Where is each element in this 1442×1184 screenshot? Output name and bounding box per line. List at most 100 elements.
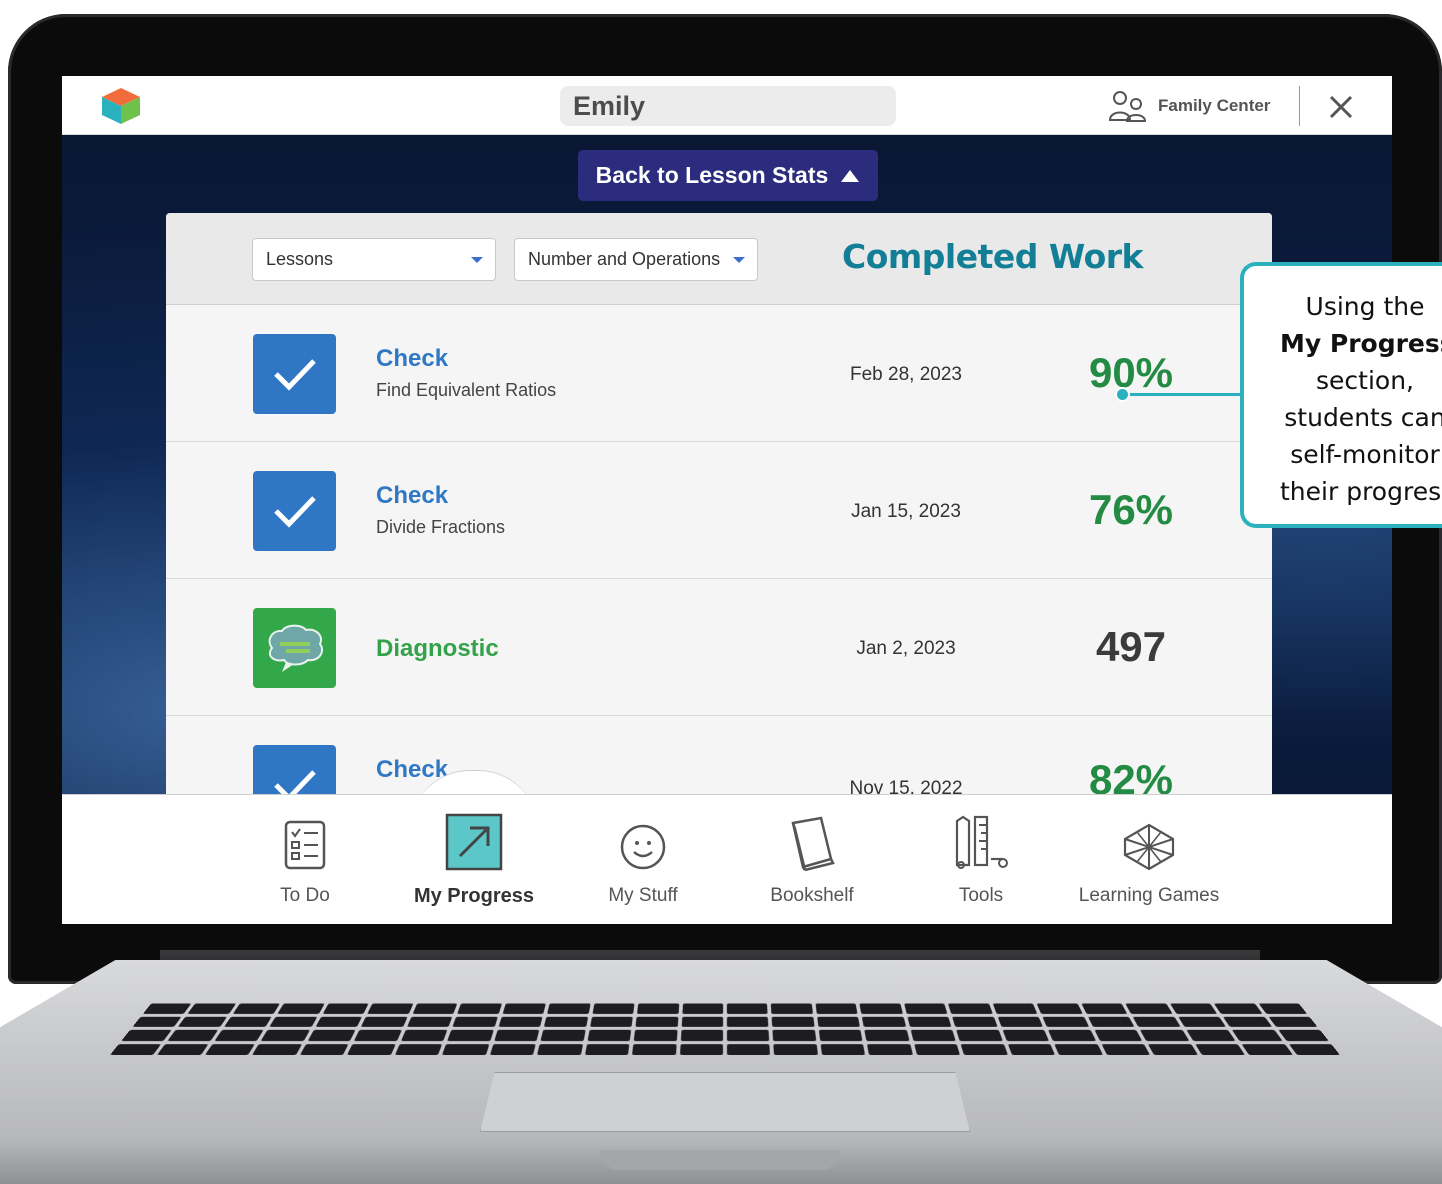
nav-label: Bookshelf — [770, 885, 854, 906]
keyboard-key — [997, 1016, 1044, 1027]
nav-label: My Stuff — [608, 885, 678, 906]
laptop-front-notch — [600, 1150, 840, 1170]
keyboard-key — [820, 1043, 866, 1055]
keyboard-key — [540, 1029, 586, 1041]
keyboard-key — [204, 1043, 256, 1055]
keyboard-key — [907, 1016, 952, 1027]
tools-icon — [955, 815, 1008, 869]
callout-line-bold: My Progress — [1280, 329, 1442, 358]
work-row[interactable]: Diagnostic Jan 2, 2023 497 — [166, 579, 1272, 716]
panel-header: Lessons Number and Operations Completed … — [166, 213, 1272, 305]
keyboard-key — [589, 1016, 633, 1027]
keyboard-key — [354, 1029, 402, 1041]
keyboard-key — [1213, 1003, 1262, 1014]
keyboard-key — [168, 1029, 219, 1041]
keyboard-key — [1087, 1016, 1135, 1027]
keyboard-key — [817, 1016, 861, 1027]
keyboard-key — [726, 1043, 771, 1055]
nav-my-progress[interactable]: My Progress — [389, 807, 559, 908]
chevron-down-icon — [471, 257, 483, 263]
keyboard-key — [859, 1003, 903, 1014]
keyboard-key — [110, 1043, 162, 1055]
callout-line: Using the — [1305, 292, 1425, 321]
domain-value: Number and Operations — [528, 249, 721, 269]
keyboard-key — [867, 1043, 913, 1055]
keyboard-key — [394, 1043, 443, 1055]
keyboard-key — [914, 1043, 961, 1055]
work-row[interactable]: Check Find Equivalent Ratios Feb 28, 202… — [166, 305, 1272, 442]
keyboard-key — [447, 1029, 494, 1041]
keyboard-key — [132, 1016, 183, 1027]
keyboard-key — [632, 1043, 677, 1055]
keyboard-key — [489, 1043, 536, 1055]
nav-bookshelf[interactable]: Bookshelf — [727, 807, 897, 907]
lesson-type-value: Lessons — [266, 249, 334, 269]
keyboard-key — [143, 1003, 192, 1014]
nav-label: To Do — [280, 885, 330, 906]
keyboard-key — [956, 1029, 1003, 1041]
keyboard-key — [261, 1029, 310, 1041]
family-center-label: Family Center — [1158, 96, 1271, 115]
keyboard-key — [772, 1029, 817, 1041]
nav-label: My Progress — [413, 885, 535, 907]
keyboard-key — [1094, 1029, 1143, 1041]
app-logo-icon[interactable] — [100, 86, 142, 126]
keyboard-key — [252, 1043, 303, 1055]
nav-tools[interactable]: Tools — [896, 807, 1066, 907]
keyboard-key — [315, 1016, 363, 1027]
callout-line: self-monitor — [1290, 440, 1440, 469]
nav-my-stuff[interactable]: My Stuff — [558, 807, 728, 907]
keyboard-key — [498, 1016, 543, 1027]
brain-icon — [253, 608, 336, 688]
keyboard-key — [1267, 1016, 1318, 1027]
keyboard-key — [1101, 1043, 1151, 1055]
checkmark-icon — [253, 334, 336, 414]
student-name-field[interactable]: Emily — [560, 86, 896, 126]
keyboard-key — [818, 1029, 863, 1041]
keyboard-key — [681, 1003, 724, 1014]
callout-line: students can — [1284, 403, 1442, 432]
laptop-trackpad — [480, 1072, 970, 1132]
row-title: Check — [376, 482, 449, 509]
callout-box: Using the My Progress section, students … — [1240, 262, 1442, 528]
keyboard-key — [587, 1029, 632, 1041]
keyboard-key — [726, 1029, 770, 1041]
close-icon[interactable] — [1324, 90, 1358, 124]
callout-connector — [1122, 393, 1244, 396]
nav-learning-games[interactable]: Learning Games — [1064, 807, 1234, 907]
keyboard-key — [948, 1003, 993, 1014]
keyboard-key — [544, 1016, 588, 1027]
row-date: Feb 28, 2023 — [850, 364, 962, 385]
keyboard-key — [1132, 1016, 1181, 1027]
domain-select[interactable]: Number and Operations — [514, 238, 758, 281]
keyboard-key — [537, 1043, 583, 1055]
keyboard-key — [771, 1016, 815, 1027]
nav-to-do[interactable]: To Do — [220, 807, 390, 907]
keyboard-key — [1042, 1016, 1089, 1027]
keyboard-key — [952, 1016, 998, 1027]
keyboard-key — [903, 1003, 948, 1014]
keyboard-key — [494, 1029, 540, 1041]
lesson-type-select[interactable]: Lessons — [252, 238, 496, 281]
keyboard-key — [864, 1029, 910, 1041]
keyboard-key — [1288, 1043, 1340, 1055]
keyboard-key — [1231, 1029, 1282, 1041]
callout-line: section, — [1316, 366, 1414, 395]
keyboard-key — [452, 1016, 498, 1027]
back-to-lesson-stats-button[interactable]: Back to Lesson Stats — [578, 150, 878, 201]
book-icon — [791, 816, 835, 871]
keyboard-key — [347, 1043, 396, 1055]
family-center-button[interactable]: Family Center — [1108, 89, 1270, 123]
app-screen: Emily Family Center Back to Lesson Stats… — [62, 76, 1392, 924]
checkmark-icon — [253, 471, 336, 551]
callout-line: their progress — [1280, 477, 1442, 506]
keyboard-key — [815, 1003, 858, 1014]
row-title: Check — [376, 345, 449, 372]
keyboard-key — [680, 1029, 724, 1041]
keyboard-key — [862, 1016, 906, 1027]
keyboard-key — [1081, 1003, 1128, 1014]
keyboard-key — [633, 1029, 678, 1041]
work-row[interactable]: Check Divide Fractions Jan 15, 2023 76% — [166, 442, 1272, 579]
keyboard-key — [773, 1043, 818, 1055]
row-score: 76% — [1088, 486, 1174, 533]
